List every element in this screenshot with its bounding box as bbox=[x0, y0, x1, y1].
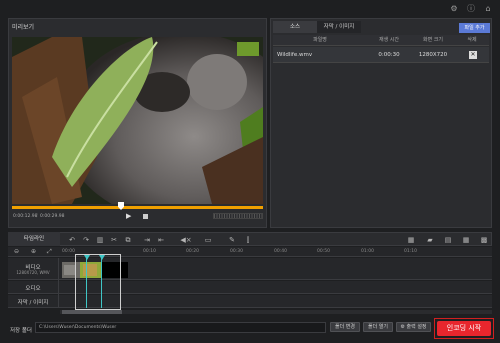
crop-icon[interactable]: ⧉ bbox=[122, 235, 134, 245]
tick-label: 00:30 bbox=[230, 249, 243, 254]
source-panel: 소스 자막 / 이미지 파일 추가 파일명 재생 시간 화면 크기 삭제 Wil… bbox=[270, 18, 492, 228]
timeline-label: 타임라인 bbox=[8, 232, 60, 246]
col-filename[interactable]: 파일명 bbox=[273, 35, 367, 46]
fit-icon[interactable]: ⤢ bbox=[47, 248, 52, 256]
folder-icon[interactable]: ▰ bbox=[424, 235, 436, 245]
export-icon[interactable]: ⇤ bbox=[155, 235, 167, 245]
delete-clip-icon[interactable]: ▥ bbox=[94, 235, 106, 245]
table-row[interactable]: Wildlife.wmv 0:00:30 1280X720 ✕ bbox=[273, 47, 489, 63]
playhead-end-line bbox=[101, 258, 102, 308]
preview-panel: 미리보기 0:00:12.98 / 0:00:29.98 ▶ bbox=[8, 18, 267, 228]
home-icon[interactable]: ⌂ bbox=[483, 4, 493, 14]
scroll-thumb[interactable] bbox=[62, 310, 122, 314]
tick-label: 00:50 bbox=[317, 249, 330, 254]
text-edit-icon[interactable]: ✎ bbox=[226, 235, 238, 245]
add-file-button[interactable]: 파일 추가 bbox=[459, 23, 490, 33]
total-time: 0:00:29.98 bbox=[40, 214, 65, 219]
change-folder-button[interactable]: 폴더 변경 bbox=[330, 322, 360, 332]
file-name: Wildlife.wmv bbox=[277, 52, 313, 58]
tick-label: 01:10 bbox=[404, 249, 417, 254]
col-resolution[interactable]: 화면 크기 bbox=[411, 35, 455, 46]
audio-track-label: 오디오 bbox=[25, 286, 41, 292]
tick-label: 01:00 bbox=[361, 249, 374, 254]
playhead-start[interactable] bbox=[84, 255, 90, 260]
tab-source[interactable]: 소스 bbox=[273, 21, 317, 33]
delete-icon[interactable]: ✕ bbox=[469, 51, 477, 59]
cut-icon[interactable]: ✂ bbox=[108, 235, 120, 245]
tab-subtitle-image[interactable]: 자막 / 이미지 bbox=[317, 21, 361, 33]
seek-bar[interactable] bbox=[12, 206, 263, 209]
file-duration: 0:00:30 bbox=[378, 52, 400, 58]
file-resolution: 1280X720 bbox=[418, 52, 448, 58]
play-icon[interactable]: ▶ bbox=[126, 212, 131, 220]
timeline-scrollbar[interactable] bbox=[60, 310, 492, 314]
video-frame bbox=[12, 37, 263, 204]
tick-label: 00:20 bbox=[186, 249, 199, 254]
stop-icon[interactable] bbox=[143, 214, 148, 219]
koala-image bbox=[12, 37, 263, 204]
output-settings-button[interactable]: ⚙ 출력 설정 bbox=[396, 322, 431, 332]
layer-icon[interactable]: ▤ bbox=[442, 235, 454, 245]
col-delete[interactable]: 삭제 bbox=[455, 35, 489, 46]
preview-title: 미리보기 bbox=[12, 24, 35, 31]
open-folder-button[interactable]: 폴더 열기 bbox=[363, 322, 393, 332]
redo-icon[interactable]: ↷ bbox=[80, 235, 92, 245]
gear-icon[interactable]: ⚙ bbox=[449, 4, 459, 14]
col-duration[interactable]: 재생 시간 bbox=[367, 35, 411, 46]
tick-label: 00:00 bbox=[62, 249, 75, 254]
video-track-sub: 1280X720, WMV bbox=[16, 270, 50, 275]
save-path-text: C:\Users\Wuser\Documents\Wuser bbox=[39, 325, 117, 330]
subtitle-icon[interactable]: ▭ bbox=[202, 235, 214, 245]
current-time: 0:00:12.98 bbox=[13, 214, 38, 219]
mute-icon[interactable]: ◀× bbox=[180, 235, 192, 245]
film-icon[interactable]: ▩ bbox=[478, 235, 490, 245]
volume-slider[interactable] bbox=[213, 213, 263, 219]
encode-start-button[interactable]: 인코딩 시작 bbox=[437, 321, 491, 336]
selection-box[interactable] bbox=[75, 254, 121, 310]
import-icon[interactable]: ⇥ bbox=[141, 235, 153, 245]
zoom-in-icon[interactable]: ⊕ bbox=[31, 248, 36, 255]
grid-icon[interactable]: ▦ bbox=[460, 235, 472, 245]
subtitle-track-label: 자막 / 이미지 bbox=[17, 300, 49, 306]
view-icon[interactable]: ▦ bbox=[405, 235, 417, 245]
zoom-out-icon[interactable]: ⊖ bbox=[14, 248, 19, 255]
undo-icon[interactable]: ↶ bbox=[66, 235, 78, 245]
save-path-field[interactable]: C:\Users\Wuser\Documents\Wuser bbox=[35, 322, 326, 333]
playhead-end[interactable] bbox=[99, 255, 105, 260]
split-icon[interactable]: ⫿ bbox=[242, 235, 254, 245]
file-table-header: 파일명 재생 시간 화면 크기 삭제 bbox=[273, 35, 489, 46]
tick-label: 00:10 bbox=[143, 249, 156, 254]
output-settings-label: 출력 설정 bbox=[406, 324, 427, 330]
tick-label: 00:40 bbox=[274, 249, 287, 254]
playhead-line bbox=[86, 258, 87, 308]
save-folder-label: 저장 폴더 bbox=[10, 328, 32, 334]
info-icon[interactable]: ⓘ bbox=[466, 4, 476, 14]
